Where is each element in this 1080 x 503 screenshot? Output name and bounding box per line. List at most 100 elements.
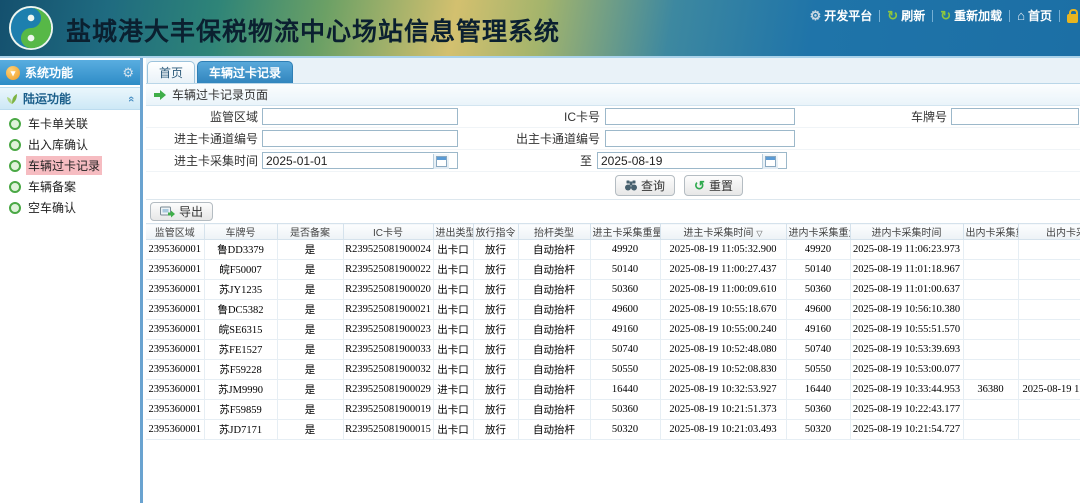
- column-header-进主卡采集重量[interactable]: 进主卡采集重量: [590, 224, 660, 240]
- top-link-lock[interactable]: [1067, 9, 1078, 23]
- tab-home[interactable]: 首页: [147, 61, 195, 83]
- table-cell: [1018, 340, 1080, 360]
- table-cell: 2025-08-19 10:52:08.830: [660, 360, 786, 380]
- exit-main-lane-no-input[interactable]: [605, 130, 795, 147]
- label-supervision-area: 监管区域: [146, 108, 258, 125]
- table-row[interactable]: 2395360001苏FE1527是R239525081900033出卡口放行自…: [146, 340, 1080, 360]
- column-header-抬杆类型[interactable]: 抬杆类型: [518, 224, 590, 240]
- form-row: 进主卡通道编号 出主卡通道编号: [146, 128, 1080, 150]
- column-header-进出类型[interactable]: 进出类型: [433, 224, 473, 240]
- entry-main-lane-no-input[interactable]: [262, 130, 458, 147]
- table-row[interactable]: 2395360001鲁DD3379是R239525081900024出卡口放行自…: [146, 240, 1080, 260]
- table-cell: R239525081900015: [343, 420, 433, 440]
- column-header-进主卡采集时间[interactable]: 进主卡采集时间▽: [660, 224, 786, 240]
- table-cell: 2395360001: [146, 280, 204, 300]
- table-cell: 出卡口: [433, 340, 473, 360]
- sidebar-section-header[interactable]: 陆运功能 «: [0, 87, 140, 110]
- collapse-chevron-icon[interactable]: «: [125, 95, 137, 101]
- reset-button[interactable]: ↺ 重置: [684, 175, 743, 196]
- table-row[interactable]: 2395360001皖F50007是R239525081900022出卡口放行自…: [146, 260, 1080, 280]
- query-button[interactable]: 查询: [615, 175, 675, 196]
- table-cell: R239525081900032: [343, 360, 433, 380]
- table-cell: 放行: [473, 380, 518, 400]
- sidebar-item-车辆备案[interactable]: 车辆备案: [0, 176, 140, 197]
- table-cell: 50140: [590, 260, 660, 280]
- supervision-area-input[interactable]: [262, 108, 458, 125]
- collapse-orb-icon[interactable]: ▾: [6, 66, 20, 80]
- table-cell: [1018, 300, 1080, 320]
- sidebar-item-空车确认[interactable]: 空车确认: [0, 197, 140, 218]
- table-cell: R239525081900033: [343, 340, 433, 360]
- column-header-放行指令[interactable]: 放行指令: [473, 224, 518, 240]
- table-cell: 49600: [590, 300, 660, 320]
- top-link-label: 开发平台: [824, 7, 872, 24]
- column-header-进内卡采集重量[interactable]: 进内卡采集重量: [786, 224, 850, 240]
- table-cell: 放行: [473, 320, 518, 340]
- table-row[interactable]: 2395360001苏JY1235是R239525081900020出卡口放行自…: [146, 280, 1080, 300]
- calendar-icon[interactable]: [762, 154, 778, 169]
- nav-divider: [1009, 10, 1010, 22]
- sidebar-item-label: 车辆过卡记录: [26, 156, 102, 175]
- table-cell: [963, 360, 1018, 380]
- table-cell: 放行: [473, 260, 518, 280]
- table-cell: 36380: [963, 380, 1018, 400]
- table-cell: 放行: [473, 280, 518, 300]
- table-cell: 2395360001: [146, 320, 204, 340]
- top-link-刷新[interactable]: ↻刷新: [887, 7, 925, 24]
- calendar-glyph: [436, 156, 447, 167]
- date-to-input[interactable]: [597, 152, 787, 169]
- column-header-label: 抬杆类型: [534, 228, 574, 239]
- top-link-开发平台[interactable]: ⚙开发平台: [810, 7, 873, 24]
- sidebar-item-label: 空车确认: [26, 198, 78, 217]
- sidebar-header[interactable]: ▾ 系统功能 ⚙: [0, 60, 140, 85]
- table-cell: 苏F59228: [204, 360, 277, 380]
- column-header-IC卡号[interactable]: IC卡号: [343, 224, 433, 240]
- table-cell: 自动抬杆: [518, 300, 590, 320]
- table-cell: 鲁DD3379: [204, 240, 277, 260]
- export-button-label: 导出: [179, 203, 203, 220]
- table-cell: 自动抬杆: [518, 260, 590, 280]
- column-header-出内卡采集时间[interactable]: 出内卡采集时间: [1018, 224, 1080, 240]
- column-header-label: 放行指令: [476, 228, 516, 239]
- app-logo-icon: [8, 5, 54, 51]
- table-cell: 2025-08-19 11:06:23.973: [850, 240, 963, 260]
- table-cell: [963, 420, 1018, 440]
- table-row[interactable]: 2395360001鲁DC5382是R239525081900021出卡口放行自…: [146, 300, 1080, 320]
- calendar-icon[interactable]: [433, 154, 449, 169]
- table-row[interactable]: 2395360001苏JD7171是R239525081900015出卡口放行自…: [146, 420, 1080, 440]
- table-cell: 49160: [786, 320, 850, 340]
- panel-header: 车辆过卡记录页面: [146, 84, 1080, 106]
- table-cell: 49600: [786, 300, 850, 320]
- table-cell: 2025-08-19 10:21:51.373: [660, 400, 786, 420]
- column-header-车牌号[interactable]: 车牌号: [204, 224, 277, 240]
- table-cell: 是: [277, 300, 343, 320]
- export-button[interactable]: 导出: [150, 202, 213, 221]
- column-header-进内卡采集时间[interactable]: 进内卡采集时间: [850, 224, 963, 240]
- column-header-label: 进主卡采集时间: [683, 228, 753, 239]
- leaf-icon: [6, 93, 18, 105]
- top-link-首页[interactable]: ⌂首页: [1017, 7, 1052, 24]
- date-from-input[interactable]: [262, 152, 458, 169]
- table-row[interactable]: 2395360001皖SE6315是R239525081900023出卡口放行自…: [146, 320, 1080, 340]
- plate-no-input[interactable]: [951, 108, 1079, 125]
- table-row[interactable]: 2395360001苏F59859是R239525081900019出卡口放行自…: [146, 400, 1080, 420]
- table-cell: 苏JD7171: [204, 420, 277, 440]
- sidebar-item-车辆过卡记录[interactable]: 车辆过卡记录: [0, 155, 140, 176]
- table-cell: 2025-08-19 10:55:00.240: [660, 320, 786, 340]
- column-header-监管区域[interactable]: 监管区域: [146, 224, 204, 240]
- column-header-出内卡采集重量[interactable]: 出内卡采集重量: [963, 224, 1018, 240]
- table-row[interactable]: 2395360001苏F59228是R239525081900032出卡口放行自…: [146, 360, 1080, 380]
- table-cell: 出卡口: [433, 240, 473, 260]
- column-header-是否备案[interactable]: 是否备案: [277, 224, 343, 240]
- ic-card-no-input[interactable]: [605, 108, 795, 125]
- table-cell: 放行: [473, 240, 518, 260]
- app-window: 盐城港大丰保税物流中心场站信息管理系统 ⚙开发平台↻刷新↻重新加载⌂首页 ▾ 系…: [0, 0, 1080, 503]
- sidebar-item-出入库确认[interactable]: 出入库确认: [0, 134, 140, 155]
- top-link-重新加载[interactable]: ↻重新加载: [940, 7, 1002, 24]
- gear-icon[interactable]: ⚙: [122, 65, 134, 81]
- sidebar-item-label: 出入库确认: [26, 135, 90, 154]
- tab-vehicle-pass-records[interactable]: 车辆过卡记录: [197, 61, 293, 83]
- sidebar-item-车卡单关联[interactable]: 车卡单关联: [0, 113, 140, 134]
- table-row[interactable]: 2395360001苏JM9990是R239525081900029进卡口放行自…: [146, 380, 1080, 400]
- table-cell: 50550: [786, 360, 850, 380]
